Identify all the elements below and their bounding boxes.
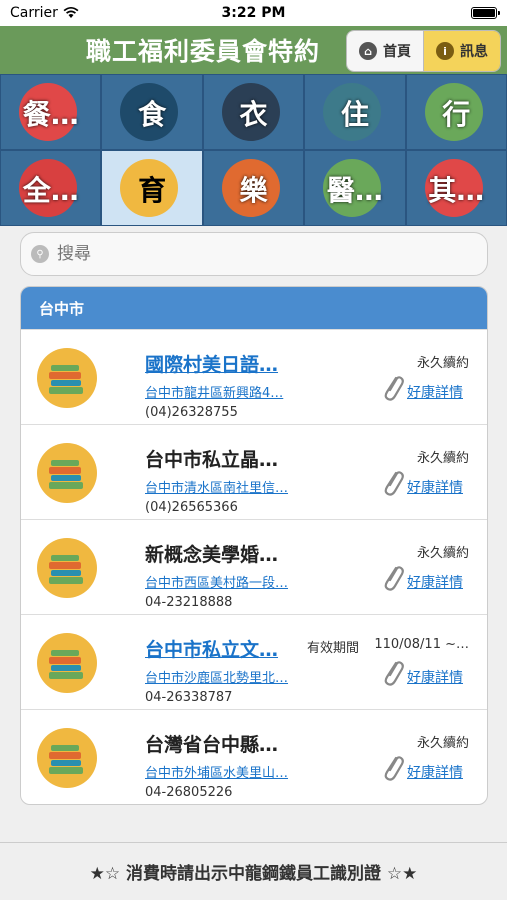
info-button[interactable]: i 訊息 <box>423 31 500 71</box>
books-icon <box>37 633 97 693</box>
books-icon <box>37 538 97 598</box>
contract-status: 永久續約 <box>416 546 469 561</box>
info-icon: i <box>436 42 454 60</box>
paperclip-icon <box>384 376 404 401</box>
category-education[interactable]: 育 <box>101 150 203 226</box>
list-item[interactable]: 台灣省台中縣… 台中市外埔區水美里山… 04-26805226 永久續約 好康詳… <box>21 709 487 804</box>
merchant-name[interactable]: 台中市私立文… <box>145 635 278 662</box>
validity-label: 有效期間 <box>307 641 360 656</box>
category-grid: 餐… 食 衣 住 行 全… 育 樂 醫… 其… <box>0 74 507 226</box>
contract-status: 永久續約 <box>416 451 469 466</box>
offer-detail-link[interactable]: 好康詳情 <box>407 667 463 687</box>
category-label: 全… <box>22 174 79 207</box>
merchant-address[interactable]: 台中市外埔區水美里山… <box>145 762 288 781</box>
header-buttons: ⌂ 首頁 i 訊息 <box>346 30 501 72</box>
category-other[interactable]: 其… <box>405 150 507 226</box>
app-header: 職工福利委員會特約 ⌂ 首頁 i 訊息 <box>0 26 507 74</box>
category-all[interactable]: 全… <box>0 150 102 226</box>
offer-detail-link[interactable]: 好康詳情 <box>407 382 463 402</box>
books-icon <box>37 728 97 788</box>
books-icon <box>37 443 97 503</box>
paperclip-icon <box>384 756 404 781</box>
list-item[interactable]: 國際村美日語… 台中市龍井區新興路4… (04)26328755 永久續約 好康… <box>21 329 487 424</box>
category-label: 其… <box>428 174 485 207</box>
list-item[interactable]: 台中市私立文… 台中市沙鹿區北勢里北… 04-26338787 有效期間 110… <box>21 614 487 709</box>
category-entertainment[interactable]: 樂 <box>202 150 305 226</box>
list-item[interactable]: 新概念美學婚… 台中市西區美村路一段… 04-23218888 永久續約 好康詳… <box>21 519 487 614</box>
section-header: 台中市 <box>21 287 487 329</box>
merchant-phone: (04)26565366 <box>145 500 238 515</box>
contract-status: 永久續約 <box>416 356 469 371</box>
merchant-phone: 04-26338787 <box>145 690 233 705</box>
merchant-address[interactable]: 台中市龍井區新興路4… <box>145 382 283 401</box>
category-label: 樂 <box>239 174 268 207</box>
merchant-phone: 04-26805226 <box>145 785 233 800</box>
footer-notice: ★☆ 消費時請出示中龍鋼鐵員工識別證 ☆★ <box>0 842 507 900</box>
merchant-address[interactable]: 台中市清水區南社里信… <box>145 477 288 496</box>
battery-icon <box>471 7 500 19</box>
list-item[interactable]: 台中市私立晶… 台中市清水區南社里信… (04)26565366 永久續約 好康… <box>21 424 487 519</box>
category-food[interactable]: 食 <box>101 74 203 150</box>
home-icon: ⌂ <box>359 42 377 60</box>
category-label: 衣 <box>239 98 268 131</box>
category-transport[interactable]: 行 <box>405 74 507 150</box>
search-icon: ⚲ <box>31 245 49 263</box>
category-label: 行 <box>442 98 471 131</box>
offer-detail-link[interactable]: 好康詳情 <box>407 762 463 782</box>
category-label: 食 <box>138 98 167 131</box>
clock: 3:22 PM <box>221 5 286 21</box>
offer-detail-link[interactable]: 好康詳情 <box>407 477 463 497</box>
paperclip-icon <box>384 566 404 591</box>
category-dining[interactable]: 餐… <box>0 74 102 150</box>
category-medical[interactable]: 醫… <box>304 150 406 226</box>
paperclip-icon <box>384 661 404 686</box>
category-label: 餐… <box>22 98 79 131</box>
search-bar: ⚲ <box>20 232 488 276</box>
home-button-label: 首頁 <box>383 44 411 60</box>
category-clothing[interactable]: 衣 <box>202 74 305 150</box>
info-button-label: 訊息 <box>460 44 488 60</box>
contract-status: 110/08/11 ~… <box>374 637 469 652</box>
merchant-phone: (04)26328755 <box>145 405 238 420</box>
category-housing[interactable]: 住 <box>304 74 406 150</box>
search-input[interactable] <box>57 244 457 264</box>
category-label: 住 <box>340 98 369 131</box>
paperclip-icon <box>384 471 404 496</box>
merchant-address[interactable]: 台中市西區美村路一段… <box>145 572 288 591</box>
merchant-phone: 04-23218888 <box>145 595 233 610</box>
offer-detail-link[interactable]: 好康詳情 <box>407 572 463 592</box>
books-icon <box>37 348 97 408</box>
merchant-name[interactable]: 國際村美日語… <box>145 350 278 377</box>
merchant-name[interactable]: 新概念美學婚… <box>145 540 278 567</box>
page-title: 職工福利委員會特約 <box>86 37 321 66</box>
merchant-address[interactable]: 台中市沙鹿區北勢里北… <box>145 667 288 686</box>
category-label: 醫… <box>326 174 383 207</box>
merchant-name[interactable]: 台灣省台中縣… <box>145 730 278 757</box>
category-label: 育 <box>138 174 167 207</box>
merchant-list: 台中市 國際村美日語… 台中市龍井區新興路4… (04)26328755 永久續… <box>20 286 488 805</box>
home-button[interactable]: ⌂ 首頁 <box>347 31 423 71</box>
status-bar: Carrier 3:22 PM <box>0 0 507 26</box>
merchant-name[interactable]: 台中市私立晶… <box>145 445 278 472</box>
contract-status: 永久續約 <box>416 736 469 751</box>
